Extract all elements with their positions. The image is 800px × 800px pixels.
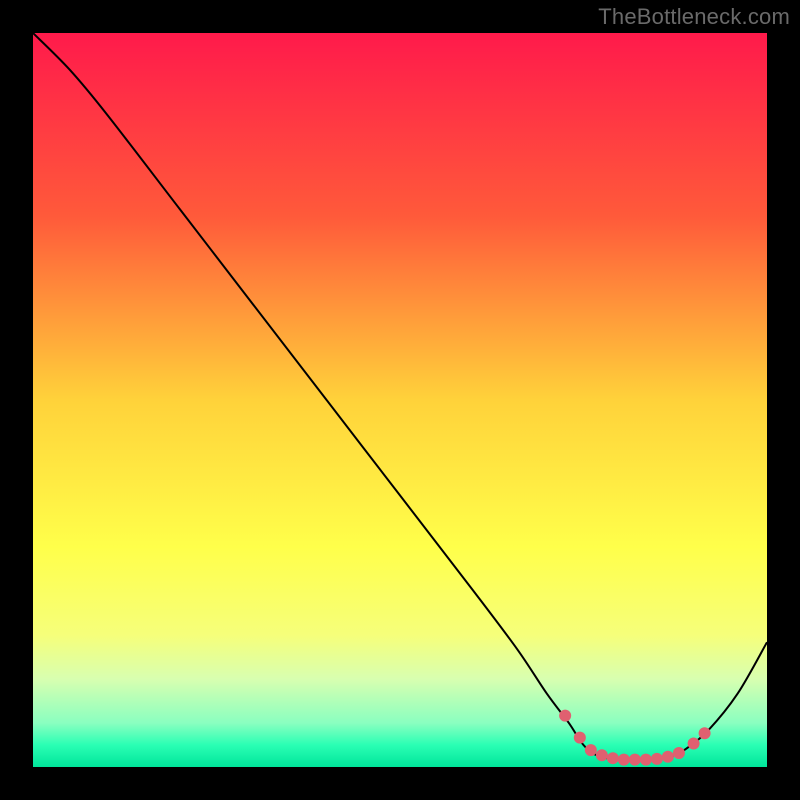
marker-dot: [607, 752, 619, 764]
marker-dot: [662, 751, 674, 763]
marker-dot: [651, 753, 663, 765]
marker-dot: [618, 754, 630, 766]
marker-dot: [629, 754, 641, 766]
marker-dot: [673, 747, 685, 759]
marker-dot: [574, 732, 586, 744]
bottleneck-chart: [0, 0, 800, 800]
marker-dot: [585, 744, 597, 756]
plot-background: [33, 33, 767, 767]
marker-dot: [640, 754, 652, 766]
marker-dot: [699, 727, 711, 739]
marker-dot: [559, 710, 571, 722]
marker-dot: [596, 749, 608, 761]
chart-frame: TheBottleneck.com: [0, 0, 800, 800]
marker-dot: [688, 738, 700, 750]
watermark-text: TheBottleneck.com: [598, 4, 790, 30]
